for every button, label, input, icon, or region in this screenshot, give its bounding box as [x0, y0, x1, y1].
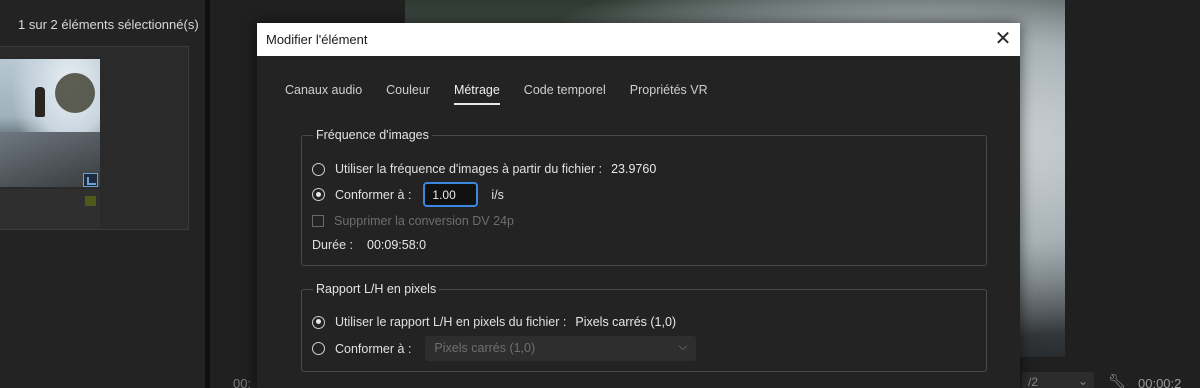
file-frame-rate-value: 23.9760: [611, 162, 657, 176]
use-file-pixel-aspect-row: Utiliser le rapport L/H en pixels du fic…: [312, 315, 676, 329]
timecode-right: 00:00:2: [1138, 376, 1182, 388]
conform-pixel-aspect-label[interactable]: Conformer à :: [335, 342, 411, 356]
timecode-left[interactable]: 00:: [233, 376, 251, 388]
dialog-title: Modifier l'élément: [266, 32, 368, 47]
frame-rate-unit: i/s: [491, 187, 504, 202]
frame-rate-legend: Fréquence d'images: [313, 128, 432, 142]
modify-clip-dialog: Modifier l'élément ✕ Canaux audio Couleu…: [257, 23, 1020, 388]
tab-color[interactable]: Couleur: [386, 83, 430, 105]
use-file-frame-rate-row: Utiliser la fréquence d'images à partir …: [312, 162, 656, 176]
conform-pixel-aspect-select[interactable]: Pixels carrés (1,0) ⌵: [425, 336, 697, 361]
zoom-select[interactable]: /2 ⌄: [1022, 372, 1094, 388]
dialog-tabs: Canaux audio Couleur Métrage Code tempor…: [285, 83, 732, 105]
use-file-frame-rate-label[interactable]: Utiliser la fréquence d'images à partir …: [335, 162, 602, 176]
file-pixel-aspect-value: Pixels carrés (1,0): [575, 315, 677, 329]
remove-pulldown-label: Supprimer la conversion DV 24p: [334, 214, 514, 228]
tab-vr-properties[interactable]: Propriétés VR: [630, 83, 708, 105]
clip-info-strip: [0, 189, 100, 229]
dialog-titlebar[interactable]: Modifier l'élément ✕: [257, 23, 1020, 56]
frame-rate-group: Fréquence d'images Utiliser la fréquence…: [301, 128, 987, 266]
chevron-down-icon: ⌵: [678, 339, 688, 353]
use-file-frame-rate-radio[interactable]: [312, 162, 325, 176]
use-file-pixel-aspect-radio[interactable]: [312, 315, 325, 329]
conform-pixel-aspect-select-value: Pixels carrés (1,0): [434, 341, 536, 355]
pixel-aspect-legend: Rapport L/H en pixels: [313, 282, 440, 296]
duration-label: Durée :: [312, 238, 353, 252]
media-type-icon: [83, 173, 98, 187]
label-color-chip[interactable]: [85, 196, 96, 206]
close-icon: ✕: [994, 28, 1012, 50]
project-panel: 1 sur 2 éléments sélectionné(s): [0, 0, 205, 388]
duration-row: Durée : 00:09:58:0: [312, 238, 426, 252]
conform-pixel-aspect-radio[interactable]: [312, 342, 325, 355]
tab-timecode[interactable]: Code temporel: [524, 83, 606, 105]
clip-thumbnail-card[interactable]: [0, 46, 189, 230]
close-button[interactable]: ✕: [986, 23, 1020, 56]
pixel-aspect-group: Rapport L/H en pixels Utiliser le rappor…: [301, 282, 987, 372]
conform-frame-rate-label[interactable]: Conformer à :: [335, 188, 411, 202]
tab-footage[interactable]: Métrage: [453, 83, 500, 105]
duration-value: 00:09:58:0: [367, 238, 427, 252]
tab-audio-channels[interactable]: Canaux audio: [285, 83, 362, 105]
wrench-icon[interactable]: 🔧︎: [1108, 374, 1126, 388]
conform-pixel-aspect-row: Conformer à : Pixels carrés (1,0) ⌵: [312, 336, 697, 361]
conform-frame-rate-row: Conformer à : i/s: [312, 182, 504, 207]
zoom-select-value: /2: [1028, 375, 1039, 388]
remove-pulldown-row: Supprimer la conversion DV 24p: [312, 214, 514, 228]
conform-frame-rate-radio[interactable]: [312, 188, 325, 201]
use-file-pixel-aspect-label[interactable]: Utiliser le rapport L/H en pixels du fic…: [335, 315, 566, 329]
chevron-down-icon: ⌄: [1077, 374, 1088, 388]
selection-count: 1 sur 2 éléments sélectionné(s): [18, 17, 199, 32]
remove-pulldown-checkbox[interactable]: [312, 215, 324, 227]
clip-thumbnail-image[interactable]: [0, 59, 100, 187]
conform-frame-rate-input[interactable]: [423, 182, 479, 207]
